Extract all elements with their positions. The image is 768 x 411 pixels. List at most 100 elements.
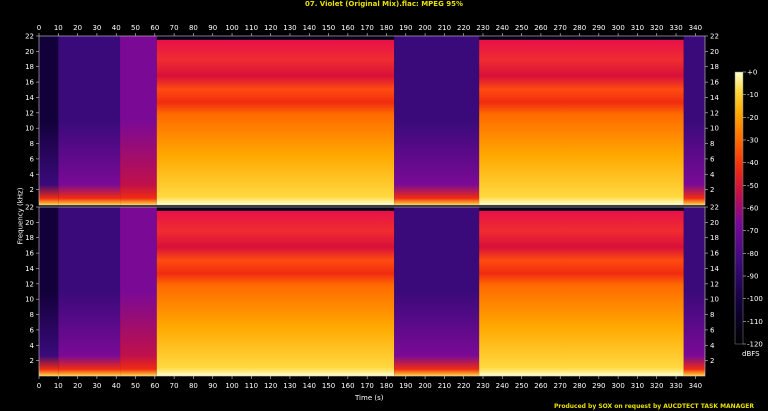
y-axis-label: Frequency (kHz) — [16, 187, 25, 245]
y-tick-label: 20 — [25, 219, 34, 227]
y-tick-label: 20 — [710, 48, 719, 56]
x-tick-label: 190 — [399, 24, 412, 32]
x-tick-label: 210 — [438, 382, 451, 390]
y-tick-label: 14 — [25, 94, 34, 102]
y-tick-label: 16 — [25, 79, 34, 87]
y-tick-label: 8 — [30, 140, 34, 148]
y-tick-label: 22 — [710, 204, 719, 212]
x-tick-label: 330 — [669, 382, 682, 390]
x-tick-label: 340 — [689, 24, 702, 32]
x-tick-label: 230 — [476, 382, 489, 390]
x-tick-label: 100 — [225, 24, 238, 32]
y-tick-label: 22 — [710, 33, 719, 41]
spectrogram-chart: 2 24 46 68 810 1012 1214 1416 1618 1820 2022 222 24 4… — [25, 24, 763, 390]
x-tick-label: 180 — [380, 24, 393, 32]
spectrum-segment — [156, 210, 395, 376]
x-tick-label: 160 — [341, 24, 354, 32]
x-tick-label: 140 — [303, 382, 316, 390]
y-tick-label: 4 — [710, 342, 715, 350]
y-tick-label: 10 — [710, 296, 719, 304]
colorbar — [734, 71, 744, 345]
y-tick-label: 2 — [30, 186, 34, 194]
spectrum-segment — [58, 36, 121, 205]
x-tick-label: 90 — [208, 24, 217, 32]
x-tick-label: 70 — [170, 24, 179, 32]
x-tick-label: 0 — [37, 382, 41, 390]
colorbar-tick-label: -30 — [747, 137, 758, 145]
y-tick-label: 12 — [710, 109, 719, 117]
x-tick-label: 50 — [131, 24, 140, 32]
x-tick-label: 320 — [650, 382, 663, 390]
y-tick-label: 12 — [25, 280, 34, 288]
x-tick-label: 150 — [322, 382, 335, 390]
x-tick-label: 280 — [573, 24, 586, 32]
colorbar-tick-label: -80 — [747, 250, 758, 258]
y-tick-label: 8 — [710, 140, 714, 148]
x-tick-label: 130 — [283, 24, 296, 32]
x-tick-label: 260 — [534, 382, 547, 390]
x-tick-label: 50 — [131, 382, 140, 390]
x-tick-label: 140 — [303, 24, 316, 32]
x-tick-label: 0 — [37, 24, 41, 32]
x-tick-label: 240 — [496, 24, 509, 32]
x-tick-label: 230 — [476, 24, 489, 32]
x-tick-label: 40 — [112, 24, 121, 32]
x-tick-label: 340 — [689, 382, 702, 390]
y-tick-label: 20 — [710, 219, 719, 227]
x-tick-label: 290 — [592, 24, 605, 32]
spectrum-segment — [39, 207, 59, 376]
x-tick-label: 10 — [54, 382, 63, 390]
y-tick-label: 18 — [25, 63, 34, 71]
x-tick-label: 10 — [54, 24, 63, 32]
y-tick-label: 18 — [710, 234, 719, 242]
y-tick-label: 16 — [25, 250, 34, 258]
spectrum-segment — [479, 210, 567, 376]
x-tick-label: 170 — [360, 382, 373, 390]
y-tick-label: 4 — [30, 171, 35, 179]
y-tick-label: 4 — [30, 342, 35, 350]
colorbar-tick-label: -60 — [747, 205, 758, 213]
y-tick-label: 6 — [710, 326, 715, 334]
colorbar-tick-label: -110 — [747, 318, 763, 326]
y-tick-label: 10 — [25, 125, 34, 133]
x-tick-label: 30 — [92, 382, 101, 390]
y-tick-label: 14 — [710, 265, 719, 273]
x-tick-label: 200 — [418, 382, 431, 390]
x-tick-label: 250 — [515, 382, 528, 390]
y-tick-label: 2 — [710, 186, 714, 194]
x-tick-label: 220 — [457, 24, 470, 32]
y-tick-label: 16 — [710, 250, 719, 258]
spectrum-segment — [566, 210, 684, 376]
x-tick-label: 100 — [225, 382, 238, 390]
y-tick-label: 12 — [25, 109, 34, 117]
spectrum-segment — [120, 207, 157, 376]
spectrum-segment — [156, 39, 395, 205]
y-tick-label: 2 — [30, 357, 34, 365]
x-tick-label: 70 — [170, 382, 179, 390]
y-tick-label: 12 — [710, 280, 719, 288]
y-tick-label: 6 — [30, 155, 35, 163]
y-tick-label: 6 — [710, 155, 715, 163]
x-tick-label: 320 — [650, 24, 663, 32]
x-tick-label: 40 — [112, 382, 121, 390]
x-tick-label: 250 — [515, 24, 528, 32]
x-tick-label: 170 — [360, 24, 373, 32]
x-tick-label: 80 — [189, 382, 198, 390]
x-axis-label: Time (s) — [355, 394, 384, 402]
x-tick-label: 60 — [150, 24, 159, 32]
x-tick-label: 270 — [554, 24, 567, 32]
spectrum-segment — [39, 36, 59, 205]
colorbar-tick-label: -50 — [747, 182, 758, 190]
y-tick-label: 8 — [710, 311, 714, 319]
y-tick-label: 4 — [710, 171, 715, 179]
x-tick-label: 160 — [341, 382, 354, 390]
x-tick-label: 130 — [283, 382, 296, 390]
x-tick-label: 200 — [418, 24, 431, 32]
y-tick-label: 22 — [25, 33, 34, 41]
x-tick-label: 20 — [73, 382, 82, 390]
x-tick-label: 190 — [399, 382, 412, 390]
y-tick-label: 18 — [710, 63, 719, 71]
x-tick-label: 110 — [245, 382, 258, 390]
x-tick-label: 240 — [496, 382, 509, 390]
x-tick-label: 280 — [573, 382, 586, 390]
